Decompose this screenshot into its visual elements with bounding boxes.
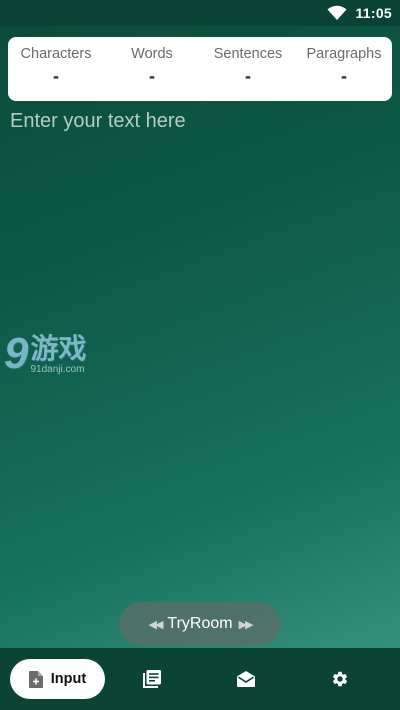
stat-sentences: Sentences - <box>200 37 296 101</box>
stat-paragraphs: Paragraphs - <box>296 37 392 101</box>
nav-input-tab[interactable]: Input <box>10 659 105 699</box>
gear-icon <box>332 671 348 687</box>
tryroom-button[interactable]: ◀◀ TryRoom ▶▶ <box>119 602 281 646</box>
tryroom-label: TryRoom <box>167 615 233 632</box>
wifi-icon <box>327 5 347 20</box>
document-add-icon <box>28 670 43 688</box>
stat-label: Sentences <box>213 46 283 62</box>
stat-label: Characters <box>20 46 92 62</box>
status-time: 11:05 <box>355 5 392 21</box>
app-screen: 11:05 Characters - Words - Sentences - P… <box>0 0 400 710</box>
stat-label: Words <box>131 46 173 62</box>
bottom-nav: Input <box>0 648 400 710</box>
rewind-icon: ◀◀ <box>148 618 163 631</box>
stat-label: Paragraphs <box>306 46 382 62</box>
fast-forward-icon: ▶▶ <box>238 618 254 631</box>
watermark-chinese: 游戏 <box>30 333 87 364</box>
nav-settings-tab[interactable] <box>293 659 387 699</box>
library-icon <box>143 670 161 688</box>
stats-card: Characters - Words - Sentences - Paragra… <box>8 37 392 101</box>
watermark-logo: 9 游戏 91danji.com <box>4 332 87 376</box>
stat-value: - <box>245 66 251 86</box>
nav-inbox-tab[interactable] <box>199 659 293 699</box>
watermark-domain: 91danji.com <box>30 364 85 375</box>
nav-library-tab[interactable] <box>105 659 199 699</box>
watermark-mark: 9 <box>4 329 29 378</box>
stat-characters: Characters - <box>8 37 104 101</box>
stat-value: - <box>341 66 347 86</box>
stat-value: - <box>149 66 155 86</box>
stat-value: - <box>53 66 59 86</box>
status-bar: 11:05 <box>0 0 400 26</box>
envelope-open-icon <box>237 671 255 687</box>
watermark-text: 游戏 91danji.com <box>30 334 86 376</box>
stat-words: Words - <box>104 37 200 101</box>
nav-input-label: Input <box>50 671 87 687</box>
